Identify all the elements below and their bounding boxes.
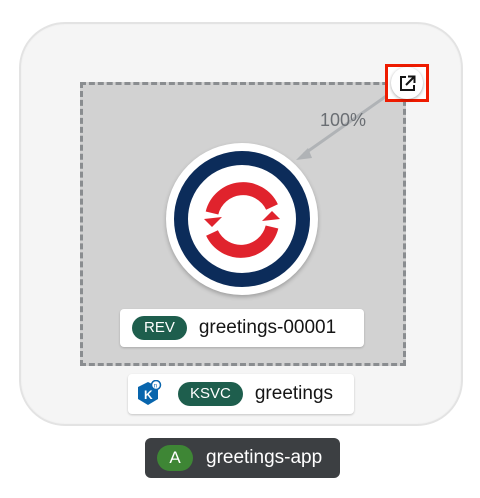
revision-name: greetings-00001	[198, 317, 337, 338]
knative-icon-wrapper: K n	[128, 374, 168, 414]
knative-service-label[interactable]: K n KSVC greetings	[128, 374, 354, 414]
revision-label[interactable]: REV greetings-00001	[120, 309, 364, 347]
app-badge: A	[157, 445, 193, 471]
openshift-icon	[174, 151, 310, 287]
rev-badge: REV	[132, 316, 187, 340]
application-name: greetings-app	[206, 447, 323, 468]
topology-canvas[interactable]: 100% REV greetings-00001 K n KSVC greeti…	[0, 0, 480, 498]
external-link-icon	[400, 75, 416, 91]
open-url-decorator[interactable]	[391, 67, 423, 99]
knative-icon: K n	[138, 380, 162, 405]
application-label[interactable]: A greetings-app	[145, 438, 340, 478]
knative-service-name: greetings	[254, 383, 334, 404]
ksvc-badge: KSVC	[178, 382, 243, 406]
svg-text:K: K	[144, 388, 153, 402]
open-url-button[interactable]	[385, 64, 429, 102]
revision-node[interactable]	[166, 143, 318, 295]
traffic-percent-label: 100%	[320, 110, 367, 130]
svg-text:n: n	[154, 384, 157, 390]
